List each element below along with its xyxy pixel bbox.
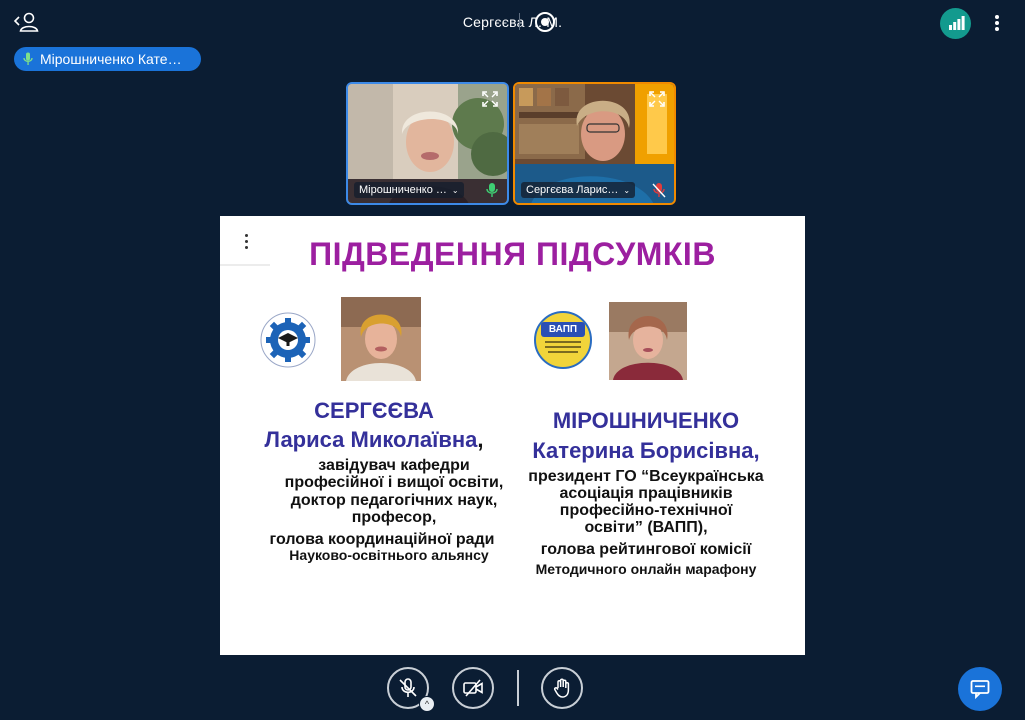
right-person-role-2: асоціація працівників bbox=[559, 485, 733, 502]
expand-icon[interactable] bbox=[481, 90, 499, 108]
meeting-title: Сергєєва Л. М. bbox=[0, 14, 1025, 30]
left-person-surname: СЕРГЄЄВА bbox=[314, 398, 434, 423]
chevron-down-icon: ⌄ bbox=[451, 185, 459, 195]
record-button[interactable] bbox=[535, 12, 555, 32]
right-person-role-6: Методичного онлайн марафону bbox=[535, 561, 757, 577]
left-person-role-2: професійної і вищої освіти, bbox=[284, 474, 504, 491]
title-divider bbox=[519, 13, 520, 30]
presentation-slide: ПІДВЕДЕННЯ ПІДСУМКІВ ВАПП СЕРГЄЄВА Ларис… bbox=[220, 216, 805, 655]
user-icon bbox=[13, 12, 39, 32]
left-person-role-6: Науково-освітнього альянсу bbox=[289, 547, 489, 563]
microphone-icon bbox=[486, 183, 498, 197]
right-person-role-3: професійно-технічної bbox=[559, 502, 733, 519]
video-tile-name: Сергєєва Ларис… bbox=[526, 184, 619, 196]
signal-bars-icon bbox=[949, 16, 965, 30]
chat-button[interactable] bbox=[958, 667, 1002, 711]
raise-hand-icon bbox=[554, 678, 570, 698]
right-person-role-4: освіти” (ВАПП), bbox=[584, 519, 708, 536]
vapp-logo-text: ВАПП bbox=[541, 322, 585, 337]
controls-divider bbox=[517, 670, 519, 706]
slide-title: ПІДВЕДЕННЯ ПІДСУМКІВ bbox=[309, 236, 716, 272]
talking-user-name: Мірошниченко Кате… bbox=[40, 51, 182, 67]
video-tile-miroshnychenko[interactable]: Мірошниченко … ⌄ bbox=[346, 82, 509, 205]
vapp-logo: ВАПП bbox=[534, 311, 592, 369]
expand-icon[interactable] bbox=[648, 90, 666, 108]
video-tile-name: Мірошниченко … bbox=[359, 184, 447, 196]
chat-icon bbox=[970, 680, 990, 700]
talking-indicator[interactable]: Мірошниченко Кате… bbox=[14, 47, 201, 71]
left-person-role-5: голова координаційної ради bbox=[269, 531, 495, 548]
university-logo bbox=[260, 312, 316, 368]
left-person-role-3: доктор педагогічних наук, bbox=[290, 492, 498, 509]
video-tile-sergeeva[interactable]: Сергєєва Ларис… ⌄ bbox=[513, 82, 676, 205]
left-person-name-comma: , bbox=[477, 427, 484, 452]
camera-off-icon bbox=[463, 679, 483, 697]
right-person-surname: МІРОШНИЧЕНКО bbox=[552, 408, 740, 433]
left-person-name: Лариса Миколаївна bbox=[264, 427, 478, 452]
audio-options-caret[interactable]: ^ bbox=[419, 696, 435, 712]
more-vertical-icon bbox=[988, 12, 1006, 31]
chevron-down-icon: ⌄ bbox=[623, 185, 631, 195]
microphone-muted-icon bbox=[652, 183, 666, 198]
video-tile-label[interactable]: Сергєєва Ларис… ⌄ bbox=[521, 182, 636, 198]
right-person-role-5: голова рейтингової комісії bbox=[540, 541, 752, 558]
left-person-role-4: професор, bbox=[351, 509, 437, 526]
microphone-icon bbox=[23, 52, 33, 65]
camera-button[interactable] bbox=[452, 667, 494, 709]
video-tile-label[interactable]: Мірошниченко … ⌄ bbox=[354, 182, 464, 198]
more-options-button[interactable] bbox=[988, 12, 1006, 34]
portrait-photo bbox=[609, 302, 687, 380]
right-person-name: Катерина Борисівна, bbox=[532, 438, 760, 463]
left-person-role-1: завідувач кафедри bbox=[318, 457, 470, 474]
connection-status-button[interactable] bbox=[940, 8, 971, 39]
left-person-name-line: Лариса Миколаївна, bbox=[254, 427, 494, 453]
raise-hand-button[interactable] bbox=[541, 667, 583, 709]
portrait-photo bbox=[341, 297, 421, 381]
users-list-button[interactable] bbox=[12, 9, 40, 35]
right-person-role-1: президент ГО “Всеукраїнська bbox=[528, 468, 764, 485]
microphone-muted-icon bbox=[399, 678, 417, 697]
